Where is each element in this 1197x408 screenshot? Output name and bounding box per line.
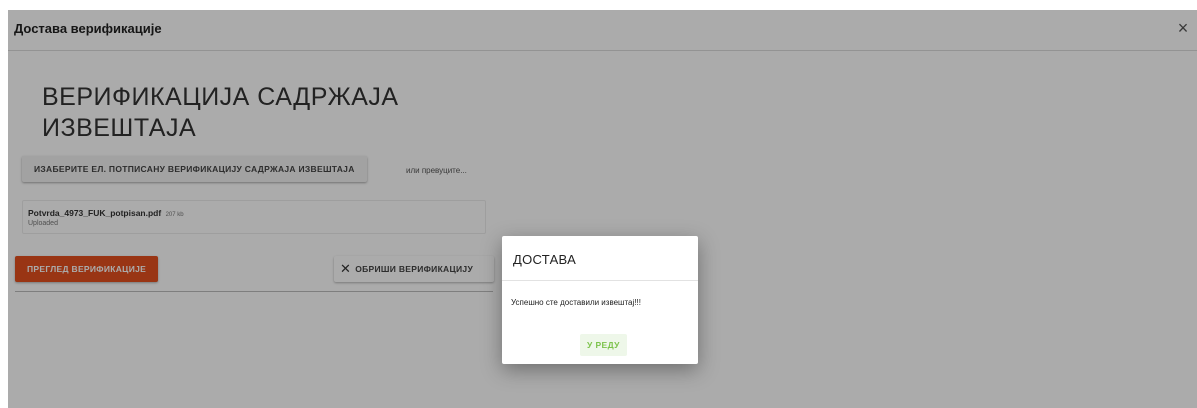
dialog-title: ДОСТАВА [513,252,577,267]
delivery-success-dialog: ДОСТАВА Успешно сте доставили извештај!!… [502,236,698,364]
ok-button[interactable]: У РЕДУ [580,334,627,356]
dialog-message: Успешно сте доставили извештај!!! [511,298,641,307]
dialog-divider [502,280,698,281]
